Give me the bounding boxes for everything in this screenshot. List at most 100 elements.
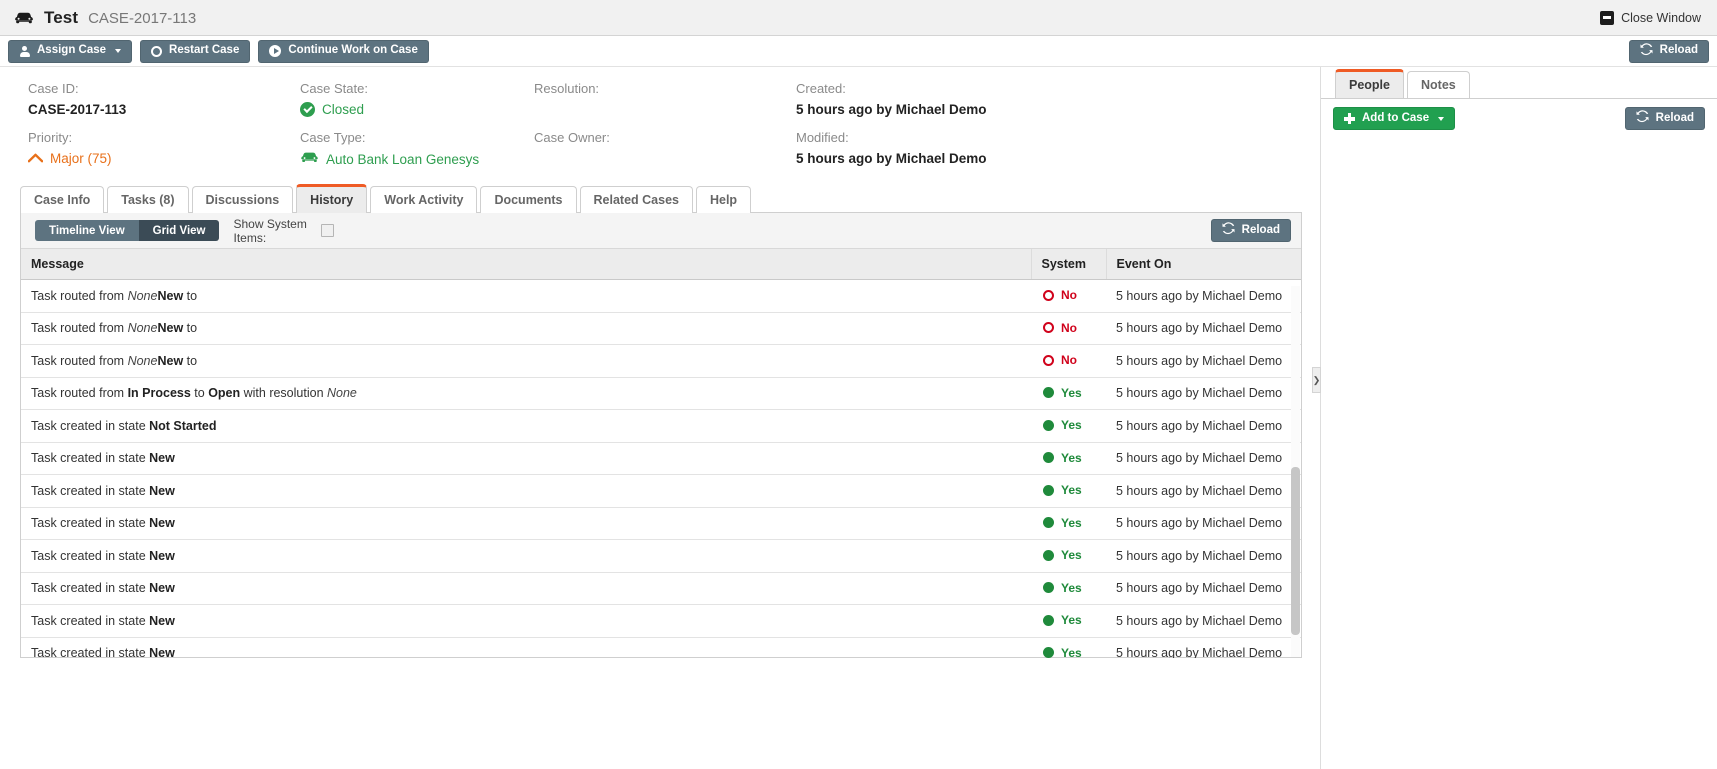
case-owner-value bbox=[534, 151, 786, 169]
right-tab-people[interactable]: People bbox=[1335, 69, 1404, 98]
table-row[interactable]: Task routed from NoneNew to No 5 hours ag… bbox=[21, 279, 1301, 313]
add-to-case-button[interactable]: Add to Case bbox=[1333, 107, 1456, 130]
cell-event-on: 5 hours ago by Michael Demo bbox=[1106, 474, 1301, 508]
tab-documents[interactable]: Documents bbox=[480, 186, 577, 213]
history-scrollbar-thumb[interactable] bbox=[1291, 467, 1300, 635]
priority-value: Major (75) bbox=[50, 151, 112, 166]
show-system-items-label: Show System Items: bbox=[233, 216, 307, 245]
tab-related-cases[interactable]: Related Cases bbox=[579, 186, 693, 213]
case-tabs: Case Info Tasks (8) Discussions History Work… bbox=[20, 183, 1320, 213]
close-window-label: Close Window bbox=[1621, 10, 1701, 25]
modified-label: Modified: bbox=[796, 130, 849, 145]
created-field: Created: 5 hours ago by Michael Demo bbox=[796, 81, 1320, 120]
tab-label: Discussions bbox=[205, 193, 280, 207]
case-state-value: Closed bbox=[322, 102, 365, 117]
priority-label: Priority: bbox=[28, 130, 73, 145]
titlebar-left: Test CASE-2017-113 bbox=[14, 8, 196, 28]
table-row[interactable]: Task created in state New Yes 5 hours ago … bbox=[21, 539, 1301, 573]
assign-case-label: Assign Case bbox=[37, 44, 107, 57]
tab-label: Tasks (8) bbox=[121, 193, 175, 207]
tab-label: History bbox=[310, 193, 354, 207]
assign-case-button[interactable]: Assign Case bbox=[8, 39, 133, 63]
status-badge: Yes bbox=[1061, 548, 1082, 562]
cell-event-on: 5 hours ago by Michael Demo bbox=[1106, 637, 1301, 658]
tab-label: Work Activity bbox=[384, 193, 464, 207]
tab-label: Help bbox=[709, 193, 738, 207]
table-row[interactable]: Task created in state New Yes 5 hours ago … bbox=[21, 507, 1301, 540]
plus-icon bbox=[1344, 113, 1355, 124]
status-dot-no-icon bbox=[1043, 289, 1054, 301]
case-id-field: Case ID: CASE-2017-113 bbox=[28, 81, 300, 120]
tab-history[interactable]: History bbox=[296, 184, 368, 213]
people-notes-pane: People Notes Add to Case Reload bbox=[1320, 67, 1717, 769]
status-badge: No bbox=[1061, 353, 1077, 367]
cell-message: Task created in state New bbox=[21, 507, 1031, 540]
right-panel-toolbar: Add to Case Reload bbox=[1321, 98, 1717, 138]
case-reference: CASE-2017-113 bbox=[88, 9, 197, 27]
right-tab-notes[interactable]: Notes bbox=[1407, 71, 1470, 98]
case-type-value-wrap[interactable]: Auto Bank Loan Genesys bbox=[300, 151, 524, 167]
cell-message: Task created in state New bbox=[21, 539, 1031, 573]
case-owner-label: Case Owner: bbox=[534, 130, 610, 145]
table-row[interactable]: Task created in state New Yes 5 hours ago … bbox=[21, 604, 1301, 638]
continue-work-label: Continue Work on Case bbox=[288, 44, 418, 57]
restart-case-button[interactable]: Restart Case bbox=[140, 39, 251, 63]
column-header-event-on[interactable]: Event On bbox=[1106, 249, 1301, 280]
table-row[interactable]: Task created in state New Yes 5 hours ago … bbox=[21, 572, 1301, 605]
status-badge: Yes bbox=[1061, 385, 1082, 400]
cell-event-on: 5 hours ago by Michael Demo bbox=[1106, 539, 1301, 573]
tab-case-info[interactable]: Case Info bbox=[20, 186, 105, 213]
reload-people-button[interactable]: Reload bbox=[1624, 107, 1705, 130]
table-row[interactable]: Task routed from NoneNew to No 5 hours ag… bbox=[21, 344, 1301, 378]
cell-message: Task routed from NoneNew to bbox=[21, 312, 1031, 345]
cell-event-on: 5 hours ago by Michael Demo bbox=[1106, 604, 1301, 638]
refresh-icon bbox=[1222, 222, 1235, 239]
tab-work-activity[interactable]: Work Activity bbox=[370, 186, 478, 213]
pane-collapse-handle[interactable]: ❯ bbox=[1312, 367, 1321, 393]
table-row[interactable]: Task created in state New Yes 5 hours ago … bbox=[21, 474, 1301, 508]
cell-message: Task created in state New bbox=[21, 637, 1031, 658]
timeline-view-toggle[interactable]: Timeline View bbox=[35, 220, 139, 241]
show-system-items-checkbox[interactable] bbox=[321, 224, 335, 237]
tab-help[interactable]: Help bbox=[695, 186, 752, 213]
tab-label: People bbox=[1349, 78, 1390, 92]
tab-label: Notes bbox=[1421, 78, 1456, 92]
reload-history-button[interactable]: Reload bbox=[1210, 219, 1291, 242]
cell-system: Yes bbox=[1031, 474, 1106, 508]
table-row[interactable]: Task created in state New Yes 5 hours ago … bbox=[21, 637, 1301, 658]
table-row[interactable]: Task routed from In Process to Open with… bbox=[21, 377, 1301, 410]
continue-work-on-case-button[interactable]: Continue Work on Case bbox=[258, 39, 429, 63]
created-value: 5 hours ago by Michael Demo bbox=[796, 102, 987, 117]
grid-view-toggle[interactable]: Grid View bbox=[138, 220, 220, 241]
cell-system: Yes bbox=[1031, 377, 1106, 410]
check-circle-icon bbox=[300, 102, 315, 117]
status-dot-yes-icon bbox=[1043, 549, 1054, 561]
status-dot-no-icon bbox=[1043, 354, 1054, 366]
column-header-message[interactable]: Message bbox=[21, 249, 1032, 280]
tab-discussions[interactable]: Discussions bbox=[191, 186, 294, 213]
tab-tasks-8[interactable]: Tasks (8) bbox=[107, 186, 189, 213]
cell-system: Yes bbox=[1031, 604, 1106, 638]
car-icon bbox=[14, 11, 34, 28]
column-header-system[interactable]: System bbox=[1031, 249, 1107, 280]
car-icon bbox=[300, 151, 319, 167]
refresh-icon bbox=[1636, 110, 1649, 127]
cell-system: Yes bbox=[1031, 539, 1106, 573]
reload-case-button[interactable]: Reload bbox=[1628, 39, 1709, 63]
case-type-field: Case Type: Auto Bank Loan Genesys bbox=[300, 130, 534, 169]
cell-system: Yes bbox=[1031, 507, 1106, 540]
cell-event-on: 5 hours ago by Michael Demo bbox=[1106, 507, 1301, 540]
status-dot-yes-icon bbox=[1043, 517, 1054, 528]
window-body: Case ID: CASE-2017-113 Case State: Close… bbox=[0, 67, 1717, 769]
table-row[interactable]: Task routed from NoneNew to No 5 hours ag… bbox=[21, 312, 1301, 345]
cell-event-on: 5 hours ago by Michael Demo bbox=[1106, 409, 1301, 443]
tab-label: Related Cases bbox=[593, 193, 679, 207]
resolution-label: Resolution: bbox=[534, 81, 600, 96]
circle-icon bbox=[151, 45, 163, 57]
status-badge: No bbox=[1061, 320, 1077, 335]
close-window-button[interactable]: Close Window bbox=[1600, 10, 1707, 25]
table-row[interactable]: Task created in state Not Started Yes 5 ho… bbox=[21, 409, 1301, 443]
table-row[interactable]: Task created in state New Yes 5 hours ago … bbox=[21, 442, 1301, 475]
case-type-value: Auto Bank Loan Genesys bbox=[326, 151, 480, 167]
cell-message: Task created in state New bbox=[21, 572, 1031, 605]
